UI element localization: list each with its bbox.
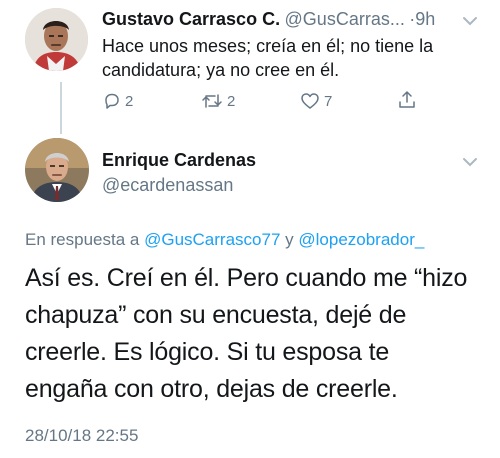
- share-button[interactable]: [397, 90, 417, 115]
- like-button[interactable]: 7: [300, 92, 332, 110]
- retweet-icon: [202, 94, 222, 108]
- thread-connector-line: [60, 82, 62, 134]
- chevron-down-icon[interactable]: [462, 14, 478, 26]
- reply-icon: [105, 93, 119, 109]
- retweet-button[interactable]: 2: [201, 92, 235, 110]
- reply-button[interactable]: 2: [103, 92, 133, 110]
- tweet1-time[interactable]: 9h: [415, 9, 435, 29]
- avatar-enrique[interactable]: [25, 138, 89, 202]
- tweet2-text: Así es. Creí en él. Pero cuando me “hizo…: [25, 260, 490, 408]
- retweet-count: 2: [227, 92, 236, 110]
- tweet2-text-line: Así es. Creí en él. Pero cuando me “hizo: [25, 264, 468, 292]
- tweet2-author-handle[interactable]: @ecardenassan: [102, 175, 233, 196]
- reply-count: 2: [125, 92, 134, 110]
- tweet1-author-handle[interactable]: @GusCarras...: [285, 9, 405, 29]
- reply-context: En respuesta a @GusCarrasco77 y @lopezob…: [25, 230, 424, 250]
- tweet2-text-line: creerle. Es lógico. Si tu esposa te: [25, 338, 390, 366]
- mention-link-guscarrasco77[interactable]: @GusCarrasco77: [144, 230, 280, 249]
- like-count: 7: [324, 92, 333, 110]
- chevron-down-icon[interactable]: [462, 155, 478, 167]
- share-icon: [399, 91, 415, 108]
- avatar-image: [25, 138, 89, 202]
- avatar-gustavo[interactable]: [25, 8, 88, 71]
- tweet1-text-line: Hace unos meses; creía en él; no tiene l…: [102, 36, 434, 56]
- tweet2-timestamp: 28/10/18 22:55: [25, 426, 139, 445]
- reply-prefix: En respuesta a: [25, 230, 140, 249]
- tweet1-text-line: candidatura; ya no cree en él.: [102, 60, 340, 80]
- heart-icon: [301, 93, 319, 109]
- tweet1-text: Hace unos meses; creía en él; no tiene l…: [102, 34, 482, 82]
- tweet2-author-name[interactable]: Enrique Cardenas: [102, 150, 256, 171]
- reply-joiner: y: [285, 230, 294, 249]
- tweet1-author-name[interactable]: Gustavo Carrasco C.: [102, 9, 280, 29]
- tweet1-header: Gustavo Carrasco C. @GusCarras... ·9h: [102, 9, 435, 30]
- tweet2-text-line: engaña con otro, dejas de creerle.: [25, 375, 398, 403]
- mention-link-lopezobrador[interactable]: @lopezobrador_: [298, 230, 424, 249]
- avatar-image: [25, 8, 88, 71]
- tweet2-text-line: chapuza” con su encuesta, dejé de: [25, 301, 407, 329]
